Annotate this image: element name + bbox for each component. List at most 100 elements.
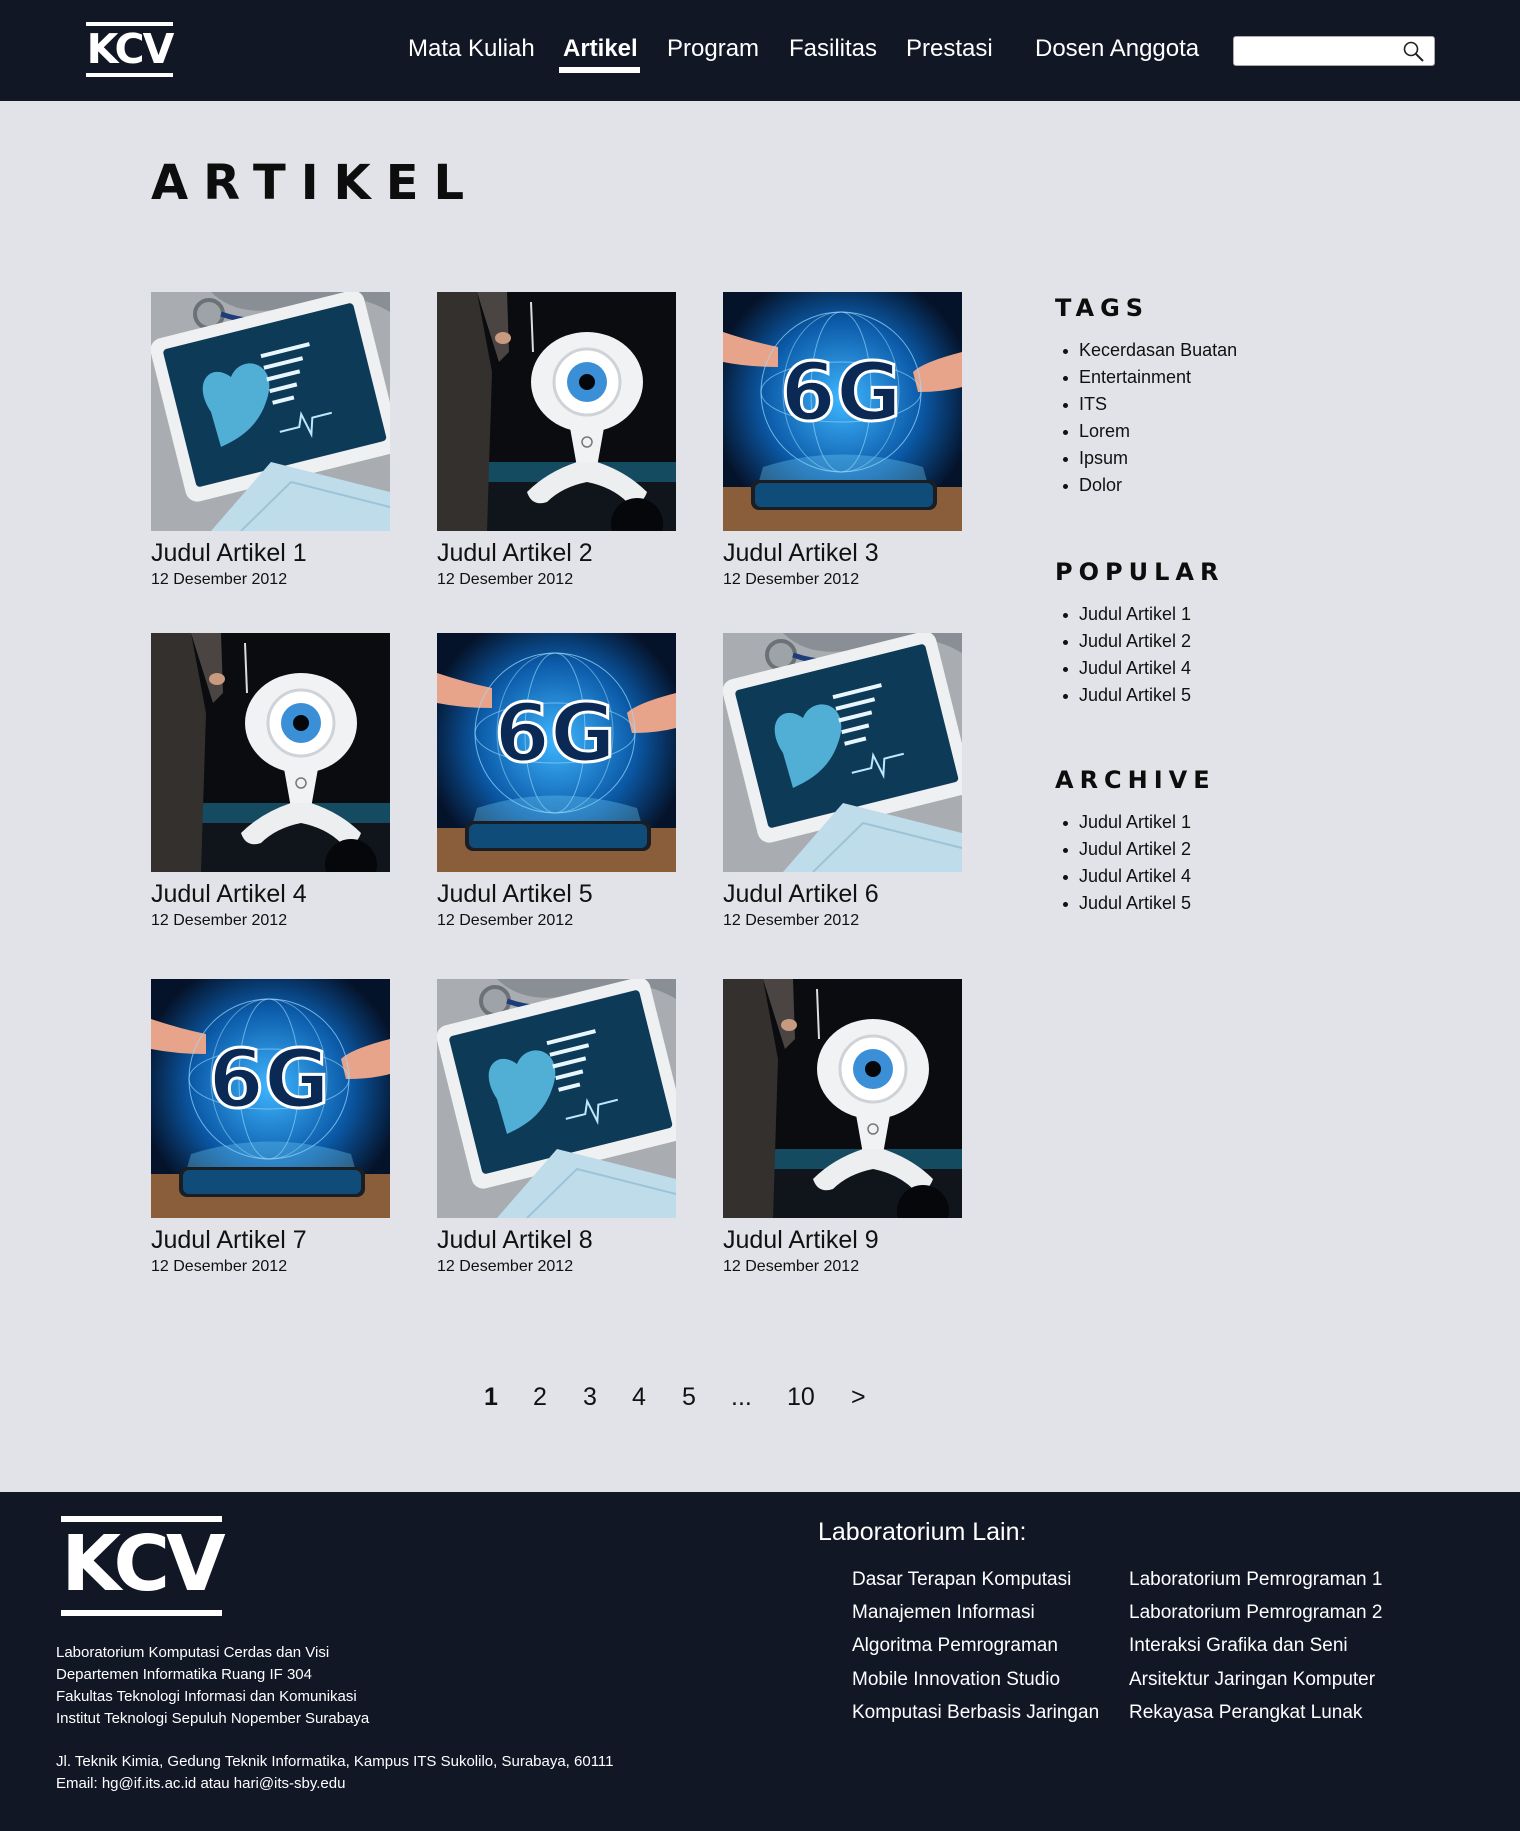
6g-text: 6G (494, 687, 615, 780)
article-thumbnail[interactable] (437, 292, 676, 531)
search-box[interactable] (1233, 36, 1435, 66)
nav-artikel[interactable]: Artikel (563, 34, 638, 64)
article-thumbnail[interactable]: 6G (437, 633, 676, 872)
article-date: 12 Desember 2012 (437, 571, 574, 588)
page-link-current[interactable]: 1 (484, 1383, 498, 1412)
nav-dosen-anggota[interactable]: Dosen Anggota (1035, 34, 1199, 64)
article-thumbnail[interactable] (151, 633, 390, 872)
page-link[interactable]: 4 (632, 1383, 646, 1412)
email-text: Email: hg@if.its.ac.id atau hari@its-sby… (56, 1775, 346, 1792)
nav-prestasi[interactable]: Prestasi (906, 34, 993, 64)
logo-bottom-bar (86, 73, 173, 77)
nav-program[interactable]: Program (667, 34, 759, 64)
6g-hologram-image: 6G (437, 633, 676, 872)
nav-mata-kuliah[interactable]: Mata Kuliah (408, 34, 535, 64)
article-thumbnail[interactable] (437, 979, 676, 1218)
article-date: 12 Desember 2012 (437, 1258, 574, 1275)
article-title[interactable]: Judul Artikel 5 (437, 880, 593, 909)
lab-link[interactable]: Laboratorium Pemrograman 1 (1129, 1569, 1382, 1591)
popular-heading: POPULAR (1055, 558, 1225, 586)
lab-link[interactable]: Komputasi Berbasis Jaringan (852, 1702, 1099, 1724)
lab-link[interactable]: Dasar Terapan Komputasi (852, 1569, 1071, 1591)
lab-link[interactable]: Mobile Innovation Studio (852, 1669, 1060, 1691)
footer-kcv-logo: KCV (61, 1516, 226, 1616)
top-navbar: KCV Mata Kuliah Artikel Program Fasilita… (0, 0, 1520, 101)
article-date: 12 Desember 2012 (151, 912, 288, 929)
tag-link[interactable]: ITS (1063, 391, 1237, 418)
tag-link[interactable]: Lorem (1063, 418, 1237, 445)
article-thumbnail[interactable] (723, 633, 962, 872)
tag-link[interactable]: Dolor (1063, 472, 1237, 499)
nav-fasilitas[interactable]: Fasilitas (789, 34, 877, 64)
address-line: Departemen Informatika Ruang IF 304 (56, 1666, 312, 1683)
article-date: 12 Desember 2012 (723, 1258, 860, 1275)
footer-logo-text: KCV (61, 1520, 225, 1609)
next-page-button[interactable]: > (851, 1383, 866, 1412)
footer: KCV Laboratorium Komputasi Cerdas dan Vi… (0, 1492, 1520, 1831)
article-thumbnail[interactable] (151, 292, 390, 531)
archive-link[interactable]: Judul Artikel 1 (1063, 809, 1191, 836)
page-ellipsis: ... (731, 1383, 752, 1411)
eye-robot-image (437, 292, 676, 531)
page-link[interactable]: 2 (533, 1383, 547, 1412)
page-link[interactable]: 10 (787, 1383, 815, 1412)
kcv-logo[interactable]: KCV (86, 22, 175, 77)
logo-bottom-bar (61, 1610, 222, 1616)
6g-hologram-image: 6G (151, 979, 390, 1218)
tag-link[interactable]: Ipsum (1063, 445, 1237, 472)
article-date: 12 Desember 2012 (723, 912, 860, 929)
6g-text: 6G (780, 346, 901, 439)
article-title[interactable]: Judul Artikel 6 (723, 880, 879, 909)
popular-list: Judul Artikel 1 Judul Artikel 2 Judul Ar… (1063, 601, 1191, 709)
address-line: Fakultas Teknologi Informasi dan Komunik… (56, 1688, 357, 1705)
article-title[interactable]: Judul Artikel 8 (437, 1226, 593, 1255)
article-title[interactable]: Judul Artikel 3 (723, 539, 879, 568)
tags-heading: TAGS (1055, 294, 1150, 322)
lab-link[interactable]: Rekayasa Perangkat Lunak (1129, 1702, 1362, 1724)
lab-link[interactable]: Interaksi Grafika dan Seni (1129, 1635, 1348, 1657)
article-title[interactable]: Judul Artikel 2 (437, 539, 593, 568)
article-date: 12 Desember 2012 (151, 571, 288, 588)
article-title[interactable]: Judul Artikel 4 (151, 880, 307, 909)
lab-link[interactable]: Arsitektur Jaringan Komputer (1129, 1669, 1375, 1691)
6g-text: 6G (208, 1033, 329, 1126)
search-input[interactable] (1240, 40, 1390, 62)
heart-tablet-image (723, 633, 962, 872)
tags-list: Kecerdasan Buatan Entertainment ITS Lore… (1063, 337, 1237, 499)
article-thumbnail[interactable]: 6G (723, 292, 962, 531)
lab-link[interactable]: Laboratorium Pemrograman 2 (1129, 1602, 1382, 1624)
eye-robot-image (151, 633, 390, 872)
6g-hologram-image: 6G (723, 292, 962, 531)
lab-link[interactable]: Manajemen Informasi (852, 1602, 1035, 1624)
article-thumbnail[interactable]: 6G (151, 979, 390, 1218)
page-link[interactable]: 5 (682, 1383, 696, 1412)
popular-link[interactable]: Judul Artikel 4 (1063, 655, 1191, 682)
archive-link[interactable]: Judul Artikel 2 (1063, 836, 1191, 863)
logo-text: KCV (86, 25, 175, 73)
tag-link[interactable]: Kecerdasan Buatan (1063, 337, 1237, 364)
search-icon[interactable] (1402, 40, 1426, 64)
archive-link[interactable]: Judul Artikel 5 (1063, 890, 1191, 917)
street-address: Jl. Teknik Kimia, Gedung Teknik Informat… (56, 1753, 614, 1770)
popular-link[interactable]: Judul Artikel 1 (1063, 601, 1191, 628)
article-date: 12 Desember 2012 (723, 571, 860, 588)
article-title[interactable]: Judul Artikel 7 (151, 1226, 307, 1255)
tag-link[interactable]: Entertainment (1063, 364, 1237, 391)
page-link[interactable]: 3 (583, 1383, 597, 1412)
heart-tablet-image (437, 979, 676, 1218)
archive-link[interactable]: Judul Artikel 4 (1063, 863, 1191, 890)
article-date: 12 Desember 2012 (437, 912, 574, 929)
page-title: ARTIKEL (151, 155, 480, 211)
archive-heading: ARCHIVE (1055, 766, 1216, 794)
active-nav-underline (559, 67, 640, 73)
lab-link[interactable]: Algoritma Pemrograman (852, 1635, 1058, 1657)
eye-robot-image (723, 979, 962, 1218)
article-title[interactable]: Judul Artikel 9 (723, 1226, 879, 1255)
footer-contact: Jl. Teknik Kimia, Gedung Teknik Informat… (56, 1751, 614, 1795)
article-thumbnail[interactable] (723, 979, 962, 1218)
popular-link[interactable]: Judul Artikel 2 (1063, 628, 1191, 655)
footer-address: Laboratorium Komputasi Cerdas dan Visi D… (56, 1642, 369, 1730)
article-title[interactable]: Judul Artikel 1 (151, 539, 307, 568)
popular-link[interactable]: Judul Artikel 5 (1063, 682, 1191, 709)
article-date: 12 Desember 2012 (151, 1258, 288, 1275)
